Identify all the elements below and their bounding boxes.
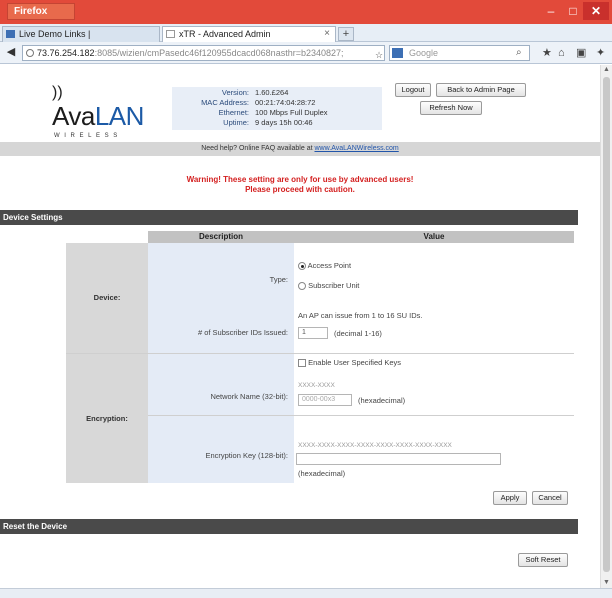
scrollbar-thumb[interactable] (603, 77, 610, 572)
wireless-signal-icon: )) (52, 84, 63, 101)
url-bar[interactable]: 73.76.254.182:8085/wizien/cmPasedc46f120… (22, 45, 385, 61)
access-point-label: Access Point (307, 261, 352, 270)
encryption-key-mask: XXXX-XXXX-XXXX-XXXX-XXXX-XXXX-XXXX-XXXX (298, 442, 452, 449)
scroll-up-icon[interactable]: ▲ (601, 65, 612, 75)
encryption-key-hint: (hexadecimal) (298, 469, 346, 478)
google-icon (392, 48, 403, 58)
page-favicon-icon (166, 30, 175, 38)
downloads-icon[interactable]: ▣ (576, 47, 586, 59)
url-host: 73.76.254.182 (37, 48, 95, 58)
description-column-header: Description (148, 231, 294, 243)
encryption-key-input[interactable] (296, 453, 501, 465)
soft-reset-button[interactable]: Soft Reset (518, 553, 568, 567)
url-path: :8085/wizien/cmPasedc46f120955dcacd068na… (94, 48, 344, 58)
subscriber-ids-label: # of Subscriber IDs Issued: (197, 328, 288, 337)
scroll-down-icon[interactable]: ▼ (601, 578, 612, 588)
close-window-button[interactable]: ✕ (583, 2, 609, 20)
subscriber-ids-input[interactable]: 1 (298, 327, 328, 339)
logout-button[interactable]: Logout (395, 83, 431, 97)
device-info: Version: 1.60.£264 MAC Address: 00:21:74:0… (175, 88, 375, 128)
subscriber-ids-hint: (decimal 1-16) (334, 329, 382, 338)
encryption-description-cell: Network Name (32-bit): Encryption Key (1… (148, 354, 294, 483)
new-tab-button[interactable]: + (338, 27, 354, 41)
row-divider (148, 415, 574, 416)
reset-device-header: Reset the Device (0, 519, 578, 534)
access-point-radio[interactable] (298, 262, 306, 271)
addons-icon[interactable]: ✦ (596, 47, 605, 59)
tab-live-demo-links[interactable]: Live Demo Links | (2, 26, 160, 42)
search-input[interactable]: Google ⌕ (389, 45, 530, 61)
subscriber-unit-label: Subscriber Unit (308, 281, 360, 290)
subscriber-ids-note: An AP can issue from 1 to 16 SU IDs. (298, 311, 423, 320)
value-column-header: Value (294, 231, 574, 243)
apply-button[interactable]: Apply (493, 491, 527, 505)
navigation-toolbar: ◀ 73.76.254.182:8085/wizien/cmPasedc46f1… (0, 42, 612, 64)
network-name-hint: (hexadecimal) (358, 396, 406, 405)
globe-icon (26, 49, 34, 57)
device-description-cell: Type: # of Subscriber IDs Issued: (148, 243, 294, 353)
network-name-mask: XXXX-XXXX (298, 382, 335, 389)
network-name-label: Network Name (32-bit): (210, 392, 288, 401)
subscriber-unit-radio[interactable] (298, 282, 306, 291)
tab-label: xTR - Advanced Admin (179, 29, 271, 39)
tab-advanced-admin[interactable]: xTR - Advanced Admin × (162, 26, 336, 42)
faq-link[interactable]: www.AvaLANWireless.com (314, 145, 398, 152)
warning-line-1: Warning! These setting are only for use … (186, 175, 414, 184)
encryption-group-label: Encryption: (66, 354, 148, 483)
bookmark-star-icon[interactable]: ★ (542, 47, 552, 59)
maximize-button[interactable]: □ (564, 2, 582, 20)
tab-label: Live Demo Links | (19, 29, 91, 39)
minimize-button[interactable]: – (540, 2, 562, 20)
search-icon[interactable]: ⌕ (516, 46, 522, 60)
cancel-button[interactable]: Cancel (532, 491, 568, 505)
info-uptime: Uptime: 9 days 15h 00:46 (223, 118, 313, 127)
device-value-cell: Access Point Subscriber Unit An AP can i… (294, 243, 574, 353)
back-arrow-icon[interactable]: ◀ (4, 45, 18, 60)
info-mac-address: MAC Address: 00:21:74:04:28:72 (201, 98, 316, 107)
device-settings-header: Device Settings (0, 210, 578, 225)
avalan-logo: )) AvaLAN WIRELESS (48, 85, 158, 147)
help-text: Need help? Online FAQ available at (201, 145, 315, 152)
refresh-now-button[interactable]: Refresh Now (420, 101, 482, 115)
user-keys-checkbox[interactable] (298, 359, 306, 368)
tab-close-icon[interactable]: × (324, 27, 330, 41)
warning-line-2: Please proceed with caution. (245, 185, 355, 194)
url-actions-icon[interactable]: ☆ ▾ C (375, 51, 384, 60)
user-keys-label: Enable User Specified Keys (308, 358, 402, 367)
logo-tagline: WIRELESS (54, 133, 122, 139)
search-placeholder: Google (409, 48, 439, 58)
vertical-scrollbar[interactable]: ▲ ▼ (600, 65, 612, 588)
home-icon[interactable]: ⌂ (558, 47, 565, 59)
type-label: Type: (269, 275, 288, 284)
network-name-input[interactable]: 0000-00x3 (298, 394, 352, 406)
back-to-admin-button[interactable]: Back to Admin Page (436, 83, 526, 97)
encryption-key-label: Encryption Key (128-bit): (205, 451, 288, 460)
info-version: Version: 1.60.£264 (221, 88, 289, 97)
status-bar (0, 588, 612, 598)
advanced-warning: Warning! These setting are only for use … (0, 175, 600, 195)
info-ethernet: Ethernet: 100 Mbps Full Duplex (218, 108, 328, 117)
window-titlebar: Firefox – □ ✕ (0, 0, 612, 24)
device-group-label: Device: (66, 243, 148, 353)
subscriber-unit-option[interactable]: Subscriber Unit (298, 281, 360, 291)
logo-wordmark: AvaLAN (52, 101, 144, 131)
access-point-option[interactable]: Access Point (298, 261, 352, 271)
page-viewport: )) AvaLAN WIRELESS Version: 1.60.£264 MAC… (0, 65, 600, 588)
help-bar: Need help? Online FAQ available at www.A… (0, 142, 600, 156)
rss-favicon-icon (6, 30, 15, 38)
firefox-menu-button[interactable]: Firefox (7, 3, 75, 20)
encryption-value-cell: Enable User Specified Keys XXXX-XXXX 000… (294, 354, 574, 483)
tab-bar: Live Demo Links | xTR - Advanced Admin ×… (0, 24, 612, 42)
user-keys-option[interactable]: Enable User Specified Keys (298, 358, 402, 368)
